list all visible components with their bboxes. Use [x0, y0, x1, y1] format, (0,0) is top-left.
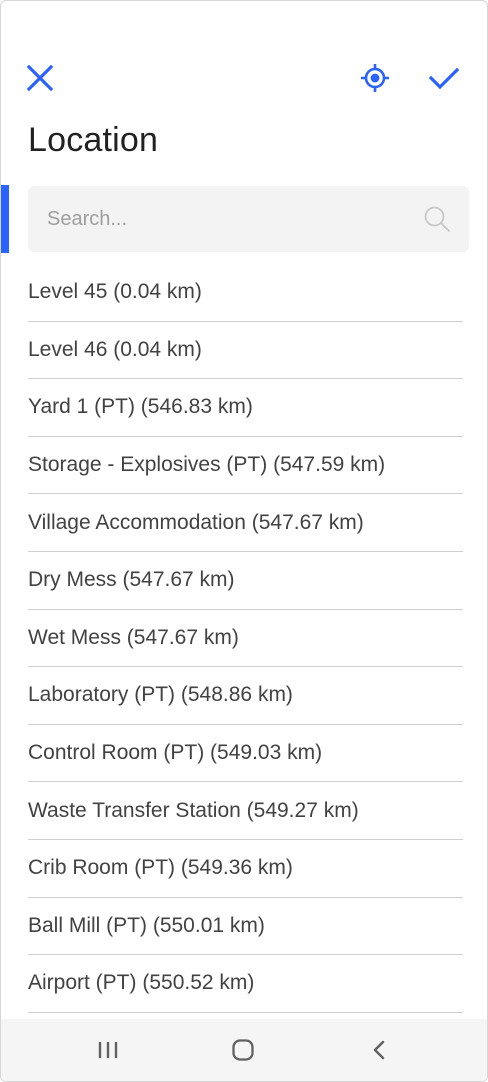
- my-location-icon: [361, 64, 389, 92]
- close-button[interactable]: [18, 56, 62, 100]
- recents-button[interactable]: [78, 1019, 138, 1081]
- top-toolbar: [1, 56, 487, 102]
- back-button[interactable]: [349, 1019, 409, 1081]
- location-item[interactable]: Crib Room (PT) (549.36 km): [28, 840, 463, 898]
- location-item[interactable]: Ball Mill (PT) (550.01 km): [28, 898, 463, 956]
- location-item[interactable]: Laboratory (PT) (548.86 km): [28, 667, 463, 725]
- focus-indicator: [1, 185, 9, 253]
- location-item[interactable]: Dry Mess (547.67 km): [28, 552, 463, 610]
- home-button[interactable]: [213, 1019, 273, 1081]
- confirm-button[interactable]: [422, 56, 466, 100]
- my-location-button[interactable]: [353, 56, 397, 100]
- recents-icon: [98, 1042, 118, 1058]
- location-item[interactable]: Control Room (PT) (549.03 km): [28, 725, 463, 783]
- system-navigation-bar: [1, 1019, 487, 1081]
- location-item[interactable]: Yard 1 (PT) (546.83 km): [28, 379, 463, 437]
- location-item[interactable]: Level 46 (0.04 km): [28, 322, 463, 380]
- location-item[interactable]: Waste Transfer Station (549.27 km): [28, 782, 463, 840]
- location-item[interactable]: Village Accommodation (547.67 km): [28, 494, 463, 552]
- location-list: Level 45 (0.04 km) Level 46 (0.04 km) Ya…: [28, 264, 463, 1013]
- search-input[interactable]: [47, 207, 407, 231]
- search-bar[interactable]: [28, 186, 469, 252]
- close-icon: [26, 64, 54, 92]
- location-item[interactable]: Storage - Explosives (PT) (547.59 km): [28, 437, 463, 495]
- page-title: Location: [28, 121, 159, 159]
- check-icon: [428, 67, 460, 90]
- location-item[interactable]: Airport (PT) (550.52 km): [28, 955, 463, 1013]
- app-screen: Location Level 45 (0.04 km) Level 46 (0.…: [0, 0, 488, 1082]
- location-item[interactable]: Level 45 (0.04 km): [28, 264, 463, 322]
- home-icon: [232, 1039, 254, 1061]
- search-icon[interactable]: [423, 205, 451, 233]
- location-item[interactable]: Wet Mess (547.67 km): [28, 610, 463, 668]
- back-icon: [373, 1040, 385, 1060]
